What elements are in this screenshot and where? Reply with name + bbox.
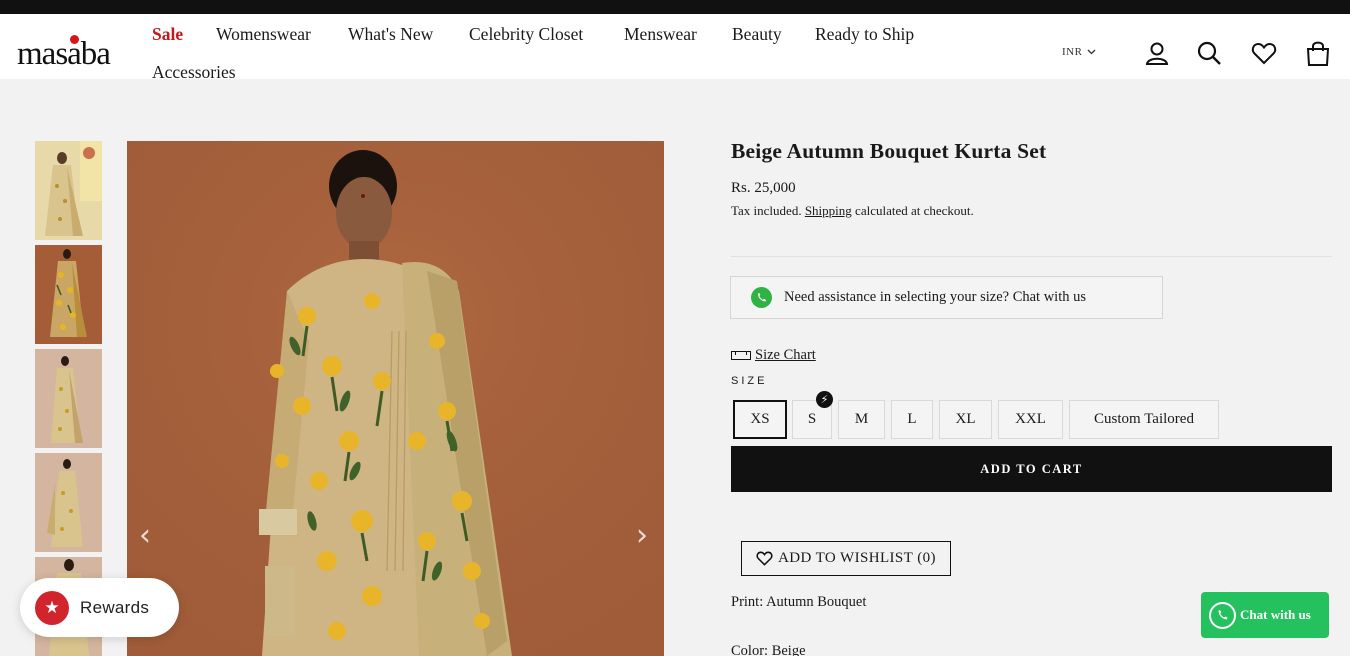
top-announcement-bar [0,0,1350,14]
tax-suffix: calculated at checkout. [855,203,974,218]
size-option-xxl[interactable]: XXL [998,400,1063,439]
size-assistance-chat-button[interactable]: Need assistance in selecting your size? … [730,276,1163,319]
size-chart-label: Size Chart [755,347,816,363]
add-to-wishlist-button[interactable]: ADD TO WISHLIST (0) [741,541,951,576]
star-badge-icon: ★ [35,590,69,625]
wishlist-heart-icon[interactable] [1251,40,1277,66]
nav-item-womenswear[interactable]: Womenswear [216,24,311,45]
size-assistance-text: Need assistance in selecting your size? … [784,289,1087,305]
size-option-m[interactable]: M [838,400,885,439]
nav-item-celebrity-closet[interactable]: Celebrity Closet [469,24,583,45]
chevron-down-icon [1087,49,1096,55]
size-option-l[interactable]: L [891,400,933,439]
color-label: Color: [731,643,769,656]
color-info: Color: Beige [731,643,806,656]
color-value: Beige [771,643,806,656]
main-product-image[interactable] [127,141,664,656]
currency-label: INR [1062,46,1083,58]
whatsapp-icon [1209,601,1236,629]
print-label: Print: [731,594,764,610]
product-thumbnail-3[interactable] [35,349,102,448]
product-title: Beige Autumn Bouquet Kurta Set [731,139,1047,163]
ruler-icon [731,351,751,360]
size-option-custom-tailored[interactable]: Custom Tailored [1069,400,1219,439]
wishlist-count: (0) [917,550,936,566]
product-thumbnail-1[interactable] [35,141,102,240]
size-option-xs[interactable]: XS [733,400,787,439]
currency-selector[interactable]: INR [1062,46,1096,58]
product-thumbnail-4[interactable] [35,453,102,552]
rewards-label: Rewards [80,597,150,617]
nav-item-sale[interactable]: Sale [152,24,183,45]
whatsapp-chat-button[interactable]: Chat with us [1201,592,1329,638]
model-wearing-kurta-illustration [127,141,664,656]
size-chart-link[interactable]: Size Chart [731,347,816,364]
brand-logo[interactable]: masaba [17,36,111,73]
print-info: Print: Autumn Bouquet [731,594,866,611]
wishlist-label: ADD TO WISHLIST [778,550,914,566]
nav-item-menswear[interactable]: Menswear [624,24,697,45]
nav-item-ready-to-ship[interactable]: Ready to Ship [815,24,914,45]
tax-prefix: Tax included. [731,203,802,218]
whatsapp-icon [751,287,772,308]
lightning-bolt-icon: ⚡ [816,391,833,408]
shipping-link[interactable]: Shipping [805,203,852,218]
cart-bag-icon[interactable] [1305,40,1331,66]
nav-item-whats-new[interactable]: What's New [348,24,433,45]
product-thumbnail-2-selected[interactable] [35,245,102,344]
print-value: Autumn Bouquet [766,594,867,610]
gallery-next-arrow[interactable]: › [636,518,648,553]
divider [731,256,1332,257]
whatsapp-chat-label: Chat with us [1240,607,1311,622]
logo-red-dot [70,35,79,44]
add-to-cart-button[interactable]: ADD TO CART [731,446,1332,492]
tax-note: Tax included. Shipping calculated at che… [731,203,974,219]
heart-outline-icon [756,551,773,566]
product-price: Rs. 25,000 [731,180,796,196]
nav-item-accessories[interactable]: Accessories [152,62,236,83]
gallery-prev-arrow[interactable]: ‹ [139,518,151,553]
search-icon[interactable] [1196,40,1222,66]
size-option-xl[interactable]: XL [939,400,992,439]
size-heading: SIZE [731,375,768,387]
nav-item-beauty[interactable]: Beauty [732,24,782,45]
rewards-launcher[interactable]: ★ Rewards [20,578,179,637]
account-icon[interactable] [1144,40,1170,66]
